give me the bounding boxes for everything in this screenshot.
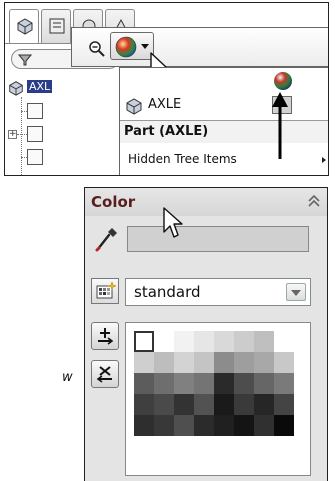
swatch-cell[interactable] — [254, 331, 274, 352]
swatch-cell[interactable] — [274, 331, 294, 352]
swatch-cell[interactable] — [154, 373, 174, 394]
annotations-icon[interactable] — [27, 126, 43, 142]
palette-button[interactable] — [91, 278, 119, 304]
swatch-cell[interactable] — [154, 394, 174, 415]
dropdown-section-header: Part (AXLE) — [124, 124, 209, 139]
remove-swatch-button[interactable] — [91, 360, 119, 388]
swatch-cell[interactable] — [254, 352, 274, 373]
swatch-cell[interactable] — [254, 415, 274, 436]
swatch-cell[interactable] — [274, 352, 294, 373]
appearance-sphere-icon — [274, 72, 292, 90]
swatch-cell[interactable] — [214, 394, 234, 415]
swatch-cell[interactable] — [274, 415, 294, 436]
dropdown-item-label: AXLE — [148, 97, 182, 112]
mouse-pointer-icon — [163, 207, 183, 238]
swatch-cell[interactable] — [234, 352, 254, 373]
swatch-cell[interactable] — [134, 373, 154, 394]
tree-connector — [17, 134, 27, 135]
selected-color-field[interactable] — [127, 226, 309, 252]
swatch-cell[interactable] — [254, 394, 274, 415]
feature-manager-panel: AXL + AXLE Part (AXLE) Hidden Tree Items — [4, 2, 329, 176]
screenshot-stage: AXL + AXLE Part (AXLE) Hidden Tree Items… — [0, 0, 335, 481]
swatch-cell[interactable] — [174, 415, 194, 436]
part-icon — [9, 81, 23, 96]
palette-select-value: standard — [134, 283, 201, 301]
tree-connector — [21, 97, 22, 175]
tree-connector — [21, 111, 27, 112]
swatch-grid-container — [125, 322, 311, 476]
swatch-cell[interactable] — [194, 394, 214, 415]
dropdown-item-hidden-tree[interactable]: Hidden Tree Items — [128, 152, 237, 166]
swatch-cell[interactable] — [194, 373, 214, 394]
swatch-cell[interactable] — [234, 331, 254, 352]
swatch-cell[interactable] — [274, 394, 294, 415]
swatch-cell[interactable] — [174, 373, 194, 394]
appearance-dropdown: AXLE Part (AXLE) Hidden Tree Items — [119, 67, 328, 175]
tab-feature-tree[interactable] — [9, 9, 39, 43]
color-panel-title: Color — [91, 193, 136, 211]
swatch-cell[interactable] — [274, 373, 294, 394]
swatch-cell[interactable] — [174, 331, 194, 352]
swatch-cell[interactable] — [154, 352, 174, 373]
property-icon — [49, 18, 65, 34]
material-icon[interactable] — [27, 149, 43, 165]
add-swatch-icon — [98, 328, 114, 345]
part-icon — [126, 98, 142, 115]
dropdown-header-row — [120, 68, 328, 90]
swatch-cell[interactable] — [234, 373, 254, 394]
sensors-icon[interactable] — [27, 103, 43, 119]
swatch-cell[interactable] — [134, 352, 154, 373]
swatch-grid — [134, 331, 302, 436]
swatch-cell[interactable] — [134, 331, 154, 352]
color-panel: Color standard — [84, 187, 328, 481]
swatch-cell[interactable] — [174, 352, 194, 373]
swatch-cell[interactable] — [194, 415, 214, 436]
expand-toggle[interactable]: + — [8, 130, 17, 139]
submenu-arrow-icon — [322, 157, 326, 163]
remove-swatch-icon — [96, 366, 112, 383]
tree-root-label: AXL — [27, 80, 53, 93]
swatch-cell[interactable] — [134, 394, 154, 415]
callout-arrow-icon — [272, 92, 288, 159]
context-toolbar — [71, 27, 328, 67]
color-panel-body: standard — [85, 216, 327, 481]
swatch-cell[interactable] — [254, 373, 274, 394]
swatch-cell[interactable] — [234, 394, 254, 415]
swatch-cell[interactable] — [154, 331, 174, 352]
swatch-cell[interactable] — [194, 331, 214, 352]
add-swatch-button[interactable] — [91, 322, 119, 350]
chevron-down-icon — [141, 44, 149, 49]
collapse-icon[interactable] — [307, 194, 321, 208]
tab-property-manager[interactable] — [41, 9, 71, 43]
swatch-cell[interactable] — [214, 415, 234, 436]
swatch-cell[interactable] — [234, 415, 254, 436]
side-caption: w — [62, 370, 73, 385]
palette-grid-icon — [96, 281, 117, 299]
swatch-cell[interactable] — [174, 394, 194, 415]
swatch-cell[interactable] — [134, 415, 154, 436]
swatch-cell[interactable] — [194, 352, 214, 373]
appearance-sphere-icon — [115, 36, 137, 58]
swatch-cell[interactable] — [214, 331, 234, 352]
part-icon — [17, 18, 33, 35]
eyedropper-icon[interactable] — [93, 224, 121, 254]
zoom-to-selection-icon[interactable] — [88, 40, 106, 58]
chevron-down-icon[interactable] — [286, 283, 306, 301]
filter-icon — [18, 54, 32, 66]
swatch-cell[interactable] — [214, 352, 234, 373]
dropdown-item-axle[interactable]: AXLE — [120, 94, 328, 116]
swatch-cell[interactable] — [214, 373, 234, 394]
color-panel-header[interactable]: Color — [85, 188, 327, 216]
appearance-button[interactable] — [110, 32, 154, 60]
palette-select[interactable]: standard — [125, 278, 311, 306]
swatch-cell[interactable] — [154, 415, 174, 436]
